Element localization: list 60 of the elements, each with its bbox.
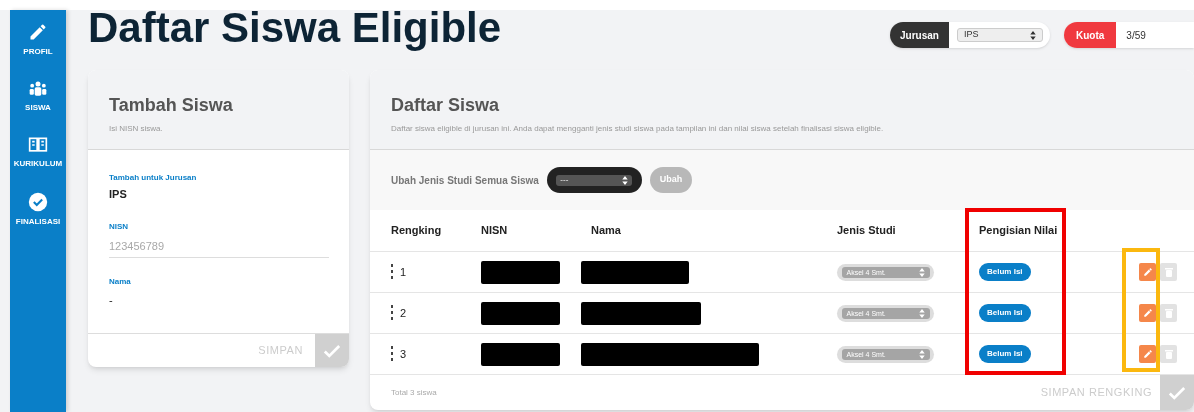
select-arrows-icon (918, 267, 925, 277)
pencil-icon (1142, 267, 1153, 277)
field-label: NISN (109, 220, 130, 233)
check-circle-icon (28, 192, 48, 212)
card-title: Daftar Siswa (391, 94, 501, 117)
pencil-icon (1142, 349, 1153, 359)
book-icon (28, 136, 48, 154)
sidebar-item[interactable]: PROFIL (23, 22, 53, 58)
bulk-label: Ubah Jenis Studi Semua Siswa (391, 173, 539, 188)
column-header: NISN (481, 223, 509, 239)
card-subtitle: Daftar siswa eligible di jurusan ini. Anda dapat mengganti jenis studi siswa pada tampilan ini dan nilai siswa setelah finalisasi siswa eligible. (391, 123, 885, 135)
delete-button[interactable] (1160, 263, 1177, 281)
status-badge: Belum Isi (979, 263, 1031, 281)
status-badge: Belum Isi (979, 304, 1031, 322)
quota-label: Kuota (1064, 22, 1117, 48)
pencil-icon (28, 22, 48, 42)
select-arrows-icon (1029, 30, 1036, 40)
delete-button[interactable] (1160, 345, 1177, 363)
pencil-icon (1142, 308, 1153, 318)
edit-button[interactable] (1139, 304, 1156, 322)
column-header: Rengking (391, 223, 443, 239)
rank-cell-text: 2 (400, 305, 407, 321)
jurusan-selector[interactable]: Jurusan IPS (890, 22, 1050, 48)
field-label: Nama (109, 276, 132, 288)
field-label: Tambah untuk Jurusan (109, 172, 198, 184)
drag-handle-icon[interactable] (391, 346, 394, 362)
jurusan-label: Jurusan (890, 22, 949, 48)
quota-value: 3/59 (1126, 28, 1146, 43)
sidebar-item[interactable]: FINALISASI (15, 192, 61, 228)
column-header: Nama (591, 223, 622, 239)
select-arrows-icon (918, 349, 925, 359)
total-count: Total 3 siswa (391, 386, 437, 399)
rank-cell-text: 3 (400, 346, 407, 362)
card-subtitle: Isi NISN siswa. (109, 123, 164, 135)
rank-cell-text: 1 (400, 264, 407, 280)
card-title: Tambah Siswa (109, 94, 234, 117)
status-badge: Belum Isi (979, 345, 1031, 363)
check-icon (1168, 385, 1186, 400)
trash-icon (1164, 267, 1173, 277)
people-icon (28, 80, 48, 98)
delete-button[interactable] (1160, 304, 1177, 322)
column-header: Pengisian Nilai (978, 223, 1059, 239)
study-type-select[interactable]: --- (546, 167, 642, 193)
edit-button[interactable] (1139, 263, 1156, 281)
trash-icon (1164, 308, 1173, 318)
jurusan-select[interactable]: IPS (956, 28, 1043, 42)
name-value: - (109, 293, 114, 308)
select-arrows-icon (622, 175, 629, 185)
sidebar-item[interactable]: SISWA (25, 80, 51, 114)
page-title: Daftar Siswa Eligible (88, 7, 502, 49)
select-arrows-icon (918, 308, 925, 318)
trash-icon (1164, 349, 1173, 359)
sidebar-item[interactable]: KURIKULUM (13, 136, 63, 170)
drag-handle-icon[interactable] (391, 305, 394, 321)
column-header: Jenis Studi (837, 223, 897, 239)
check-icon (323, 343, 341, 358)
drag-handle-icon[interactable] (391, 264, 394, 280)
edit-button[interactable] (1139, 345, 1156, 363)
jurusan-value: IPS (109, 187, 128, 202)
nisn-field[interactable]: 123456789 (109, 234, 329, 258)
